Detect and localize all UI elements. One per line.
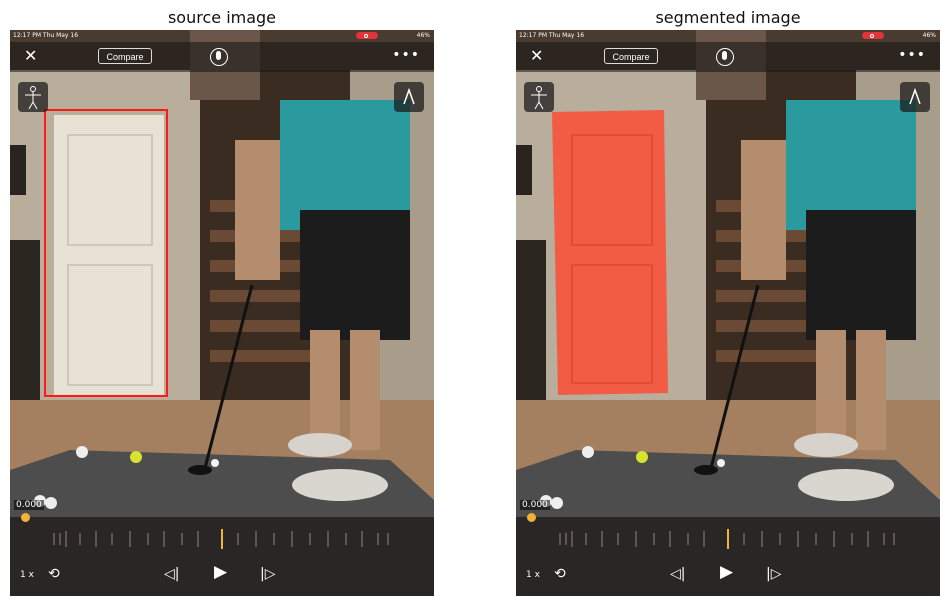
battery-level: 46% bbox=[416, 32, 430, 39]
more-icon[interactable]: ••• bbox=[898, 48, 926, 62]
speed-label[interactable]: 1 x bbox=[526, 570, 540, 580]
battery-level: 46% bbox=[922, 32, 936, 39]
close-icon[interactable]: ✕ bbox=[24, 48, 37, 64]
play-icon[interactable]: ▶ bbox=[720, 564, 733, 581]
source-screenshot: 12:17 PM Thu May 16 46% ✕ Compare ••• 0.… bbox=[10, 30, 434, 596]
frame-timeline[interactable] bbox=[558, 529, 898, 549]
status-time: 12:17 PM Thu May 16 bbox=[13, 32, 79, 39]
top-toolbar: ✕ Compare ••• bbox=[516, 42, 940, 72]
close-icon[interactable]: ✕ bbox=[530, 48, 543, 64]
pen-tool-icon[interactable] bbox=[394, 82, 424, 112]
microphone-icon[interactable] bbox=[210, 48, 228, 66]
segmented-screenshot: 12:17 PM Thu May 16 46% ✕ Compare ••• 0.… bbox=[516, 30, 940, 596]
compare-button[interactable]: Compare bbox=[98, 48, 152, 64]
step-forward-icon[interactable]: |▷ bbox=[766, 567, 781, 581]
scrubber-handle[interactable] bbox=[527, 513, 536, 522]
door-bounding-box bbox=[44, 109, 168, 397]
microphone-icon[interactable] bbox=[716, 48, 734, 66]
recording-indicator bbox=[356, 32, 378, 39]
timecode-label: 0.000 bbox=[14, 500, 44, 510]
loop-icon[interactable]: ⟲ bbox=[48, 567, 60, 581]
skeleton-icon[interactable] bbox=[524, 82, 554, 112]
segmented-scene bbox=[516, 30, 940, 596]
loop-icon[interactable]: ⟲ bbox=[554, 567, 566, 581]
segmented-title: segmented image bbox=[655, 8, 801, 27]
status-time: 12:17 PM Thu May 16 bbox=[519, 32, 585, 39]
step-back-icon[interactable]: ◁| bbox=[670, 567, 685, 581]
source-title: source image bbox=[167, 8, 277, 27]
pen-tool-icon[interactable] bbox=[900, 82, 930, 112]
play-icon[interactable]: ▶ bbox=[214, 564, 227, 581]
top-toolbar: ✕ Compare ••• bbox=[10, 42, 434, 72]
more-icon[interactable]: ••• bbox=[392, 48, 420, 62]
skeleton-icon[interactable] bbox=[18, 82, 48, 112]
frame-timeline[interactable] bbox=[52, 529, 392, 549]
scrubber-handle[interactable] bbox=[21, 513, 30, 522]
recording-indicator bbox=[862, 32, 884, 39]
step-forward-icon[interactable]: |▷ bbox=[260, 567, 275, 581]
speed-label[interactable]: 1 x bbox=[20, 570, 34, 580]
step-back-icon[interactable]: ◁| bbox=[164, 567, 179, 581]
door-segmentation-mask bbox=[552, 110, 668, 395]
status-bar: 12:17 PM Thu May 16 46% bbox=[516, 30, 940, 42]
timecode-label: 0.000 bbox=[520, 500, 550, 510]
status-bar: 12:17 PM Thu May 16 46% bbox=[10, 30, 434, 42]
compare-button[interactable]: Compare bbox=[604, 48, 658, 64]
